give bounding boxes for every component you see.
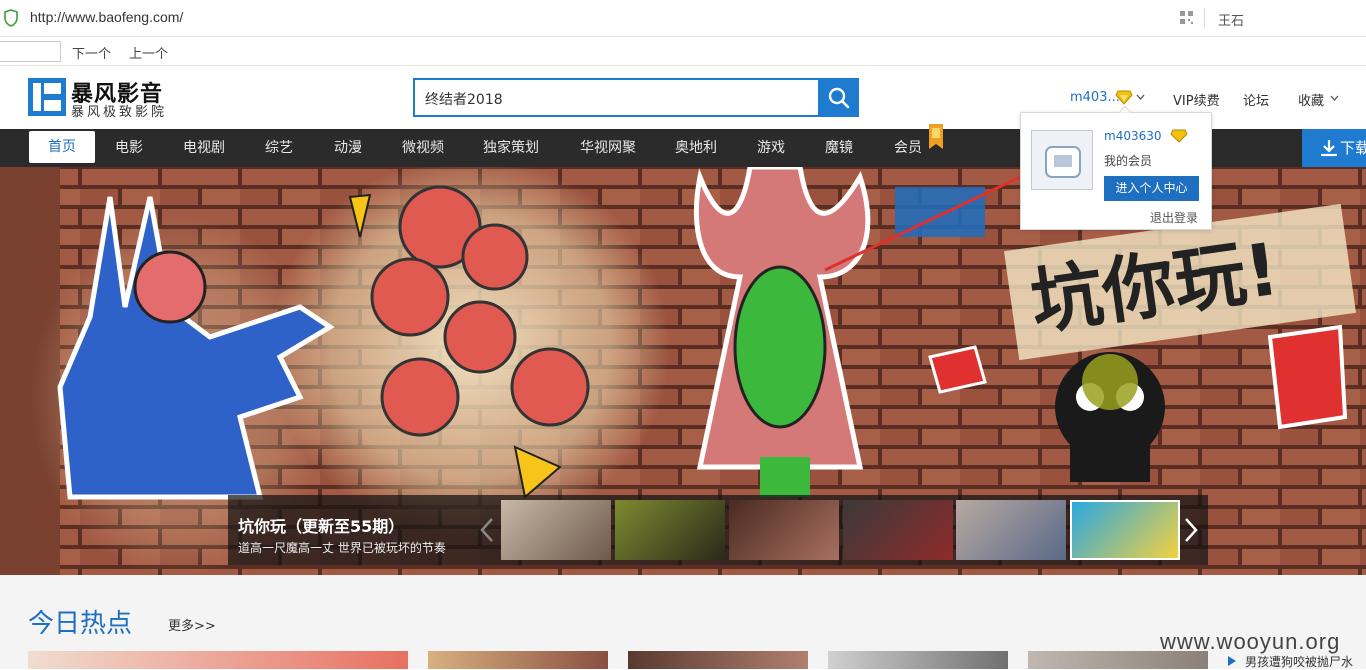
search-button[interactable]	[818, 78, 859, 117]
nav-item-movie[interactable]: 电影	[115, 129, 143, 167]
user-dropdown: m403630 我的会员 进入个人中心 退出登录	[1020, 106, 1212, 230]
hot-card[interactable]	[828, 651, 1008, 669]
nav-item-huashi[interactable]: 华视网聚	[580, 129, 636, 167]
default-avatar-icon	[1045, 146, 1081, 178]
popup-caret	[1119, 106, 1131, 113]
caret-right-icon	[1228, 656, 1236, 666]
section-title: 今日热点	[28, 609, 133, 639]
avatar[interactable]	[1031, 130, 1093, 190]
hot-section: 今日热点 更多>> www.wooyun.org 男孩遭狗咬被抛尸水	[0, 575, 1366, 669]
hot-card[interactable]	[628, 651, 808, 669]
enter-user-center-button[interactable]: 进入个人中心	[1104, 176, 1199, 201]
news-headline[interactable]: 男孩遭狗咬被抛尸水	[1245, 653, 1353, 670]
nav-item-tv[interactable]: 电视剧	[183, 129, 225, 167]
shield-icon	[4, 9, 18, 27]
nav-item-exclusive[interactable]: 独家策划	[483, 129, 539, 167]
chevron-down-icon[interactable]	[1136, 94, 1145, 100]
banner-thumb[interactable]	[501, 500, 611, 560]
hot-card[interactable]	[428, 651, 608, 669]
qr-code-icon[interactable]	[1180, 11, 1193, 24]
logout-link[interactable]: 退出登录	[1150, 209, 1198, 226]
find-bar: 下一个 上一个	[0, 37, 1366, 66]
logo-subtitle: 暴风极致影院	[71, 105, 168, 120]
user-menu[interactable]: m403...	[1070, 90, 1120, 105]
banner-thumb-active[interactable]	[1070, 500, 1180, 560]
search-value: 终结者2018	[425, 92, 503, 108]
nav-item-micro-video[interactable]: 微视频	[402, 129, 444, 167]
chevron-left-icon[interactable]	[480, 517, 494, 543]
baofeng-logo-icon	[28, 78, 66, 116]
chevron-down-icon[interactable]	[1330, 95, 1339, 101]
divider	[1204, 8, 1205, 28]
more-link[interactable]: 更多>>	[168, 615, 216, 634]
site-logo[interactable]: 暴风影音 暴风极致影院	[28, 78, 173, 120]
find-input[interactable]	[0, 41, 61, 62]
search-input[interactable]: 终结者2018	[413, 78, 818, 117]
banner-thumb[interactable]	[615, 500, 725, 560]
hot-card[interactable]	[28, 651, 408, 669]
collect-menu[interactable]: 收藏	[1298, 90, 1324, 109]
find-next-button[interactable]: 下一个	[72, 43, 111, 62]
banner-title[interactable]: 坑你玩（更新至55期）	[238, 513, 404, 537]
nav-item-home[interactable]: 首页	[29, 131, 95, 163]
vip-diamond-icon	[1115, 90, 1133, 105]
vip-diamond-icon	[1170, 129, 1188, 143]
nav-item-austria[interactable]: 奥地利	[675, 129, 717, 167]
find-prev-button[interactable]: 上一个	[129, 43, 168, 62]
vip-renew-link[interactable]: VIP续费	[1173, 90, 1220, 109]
banner-thumb[interactable]	[956, 500, 1066, 560]
popup-username[interactable]: m403630	[1104, 129, 1162, 143]
watermark: www.wooyun.org	[1160, 629, 1341, 654]
banner-thumb[interactable]	[843, 500, 953, 560]
banner-caption: 坑你玩（更新至55期） 道高一尺魔高一丈 世界已被玩坏的节奏	[228, 495, 1208, 565]
download-label: 下载	[1340, 139, 1366, 157]
browser-user[interactable]: 王石	[1218, 10, 1244, 29]
browser-address-bar: http://www.baofeng.com/ 王石	[0, 0, 1366, 37]
forum-link[interactable]: 论坛	[1243, 90, 1269, 109]
banner-thumb[interactable]	[729, 500, 839, 560]
search-icon	[828, 87, 849, 108]
my-membership-link[interactable]: 我的会员	[1104, 152, 1152, 169]
banner-subtitle: 道高一尺魔高一丈 世界已被玩坏的节奏	[238, 541, 446, 555]
download-icon	[1321, 140, 1337, 157]
nav-item-variety[interactable]: 综艺	[265, 129, 293, 167]
chevron-right-icon[interactable]	[1184, 517, 1198, 543]
url-field[interactable]: http://www.baofeng.com/	[30, 9, 183, 25]
download-button[interactable]: 下载	[1302, 129, 1366, 167]
nav-item-anime[interactable]: 动漫	[334, 129, 362, 167]
nav-item-games[interactable]: 游戏	[757, 129, 785, 167]
